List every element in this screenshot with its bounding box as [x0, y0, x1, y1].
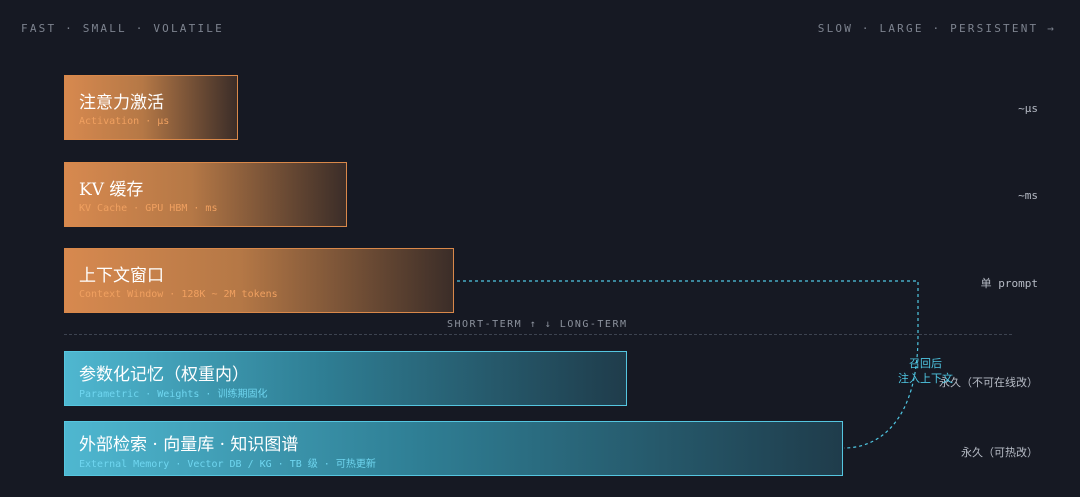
- recall-connector-line: [457, 280, 919, 449]
- recall-label: 召回后 注入上下文: [898, 356, 953, 386]
- recall-label-line1: 召回后: [909, 357, 942, 370]
- recall-connector: [457, 280, 919, 449]
- recall-label-line2: 注入上下文: [898, 372, 953, 385]
